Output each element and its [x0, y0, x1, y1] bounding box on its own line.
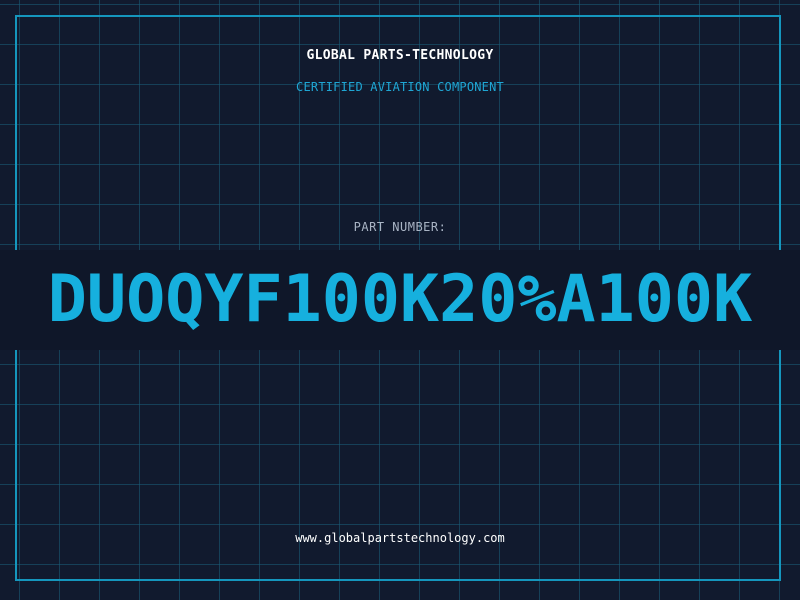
- website-link[interactable]: www.globalpartstechnology.com: [0, 531, 800, 545]
- certificate-canvas: GLOBAL PARTS-TECHNOLOGY CERTIFIED AVIATI…: [0, 0, 800, 600]
- part-number-value: DUOQYF100K20%A100K: [47, 262, 753, 337]
- certificate-subtitle: CERTIFIED AVIATION COMPONENT: [296, 80, 504, 94]
- company-name: GLOBAL PARTS-TECHNOLOGY: [306, 48, 494, 63]
- part-number-label: PART NUMBER:: [353, 220, 447, 234]
